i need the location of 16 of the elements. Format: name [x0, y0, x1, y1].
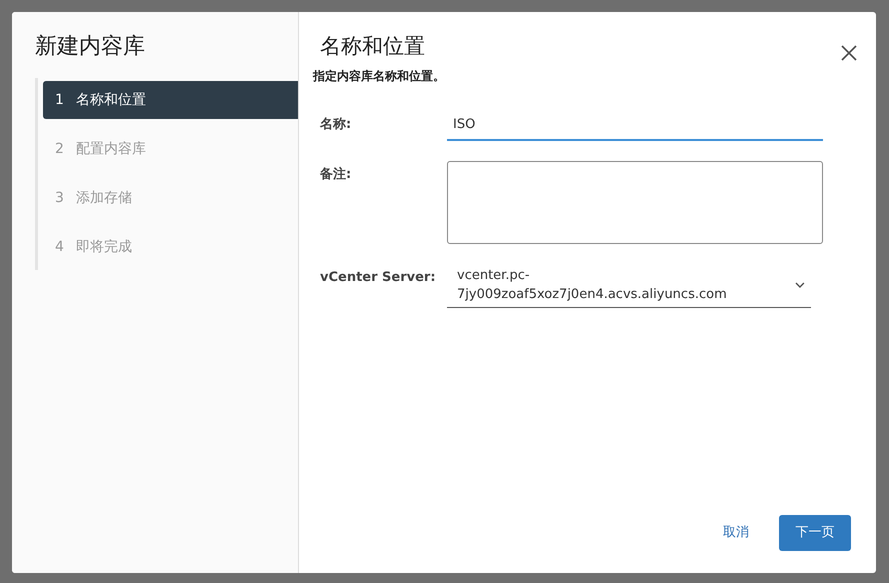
- name-field[interactable]: ISO: [447, 111, 823, 141]
- chevron-down-icon: [795, 282, 805, 288]
- subtitle: 指定内容库名称和位置。: [313, 68, 446, 86]
- field-label: vCenter Server:: [319, 268, 437, 287]
- wizard-step[interactable]: 1 名称和位置: [43, 81, 298, 120]
- wizard-step[interactable]: 3 添加存储: [43, 179, 298, 218]
- wizard-step[interactable]: 2 配置内容库: [43, 130, 298, 168]
- field-label: 名称:: [318, 116, 352, 134]
- notes-field[interactable]: [447, 160, 823, 244]
- server-select[interactable]: vcenter.pc-7jy009zoaf5xoz7j0en4.acvs.aliyuncs.com: [447, 264, 811, 308]
- next-button[interactable]: 下一页: [779, 515, 851, 551]
- field-label: 备注:: [318, 166, 352, 184]
- wizard-step[interactable]: 4 即将完成: [43, 228, 298, 266]
- dialog-title: 新建内容库: [35, 34, 146, 60]
- page-title: 名称和位置: [320, 34, 426, 60]
- cancel-link[interactable]: 取消: [717, 522, 755, 544]
